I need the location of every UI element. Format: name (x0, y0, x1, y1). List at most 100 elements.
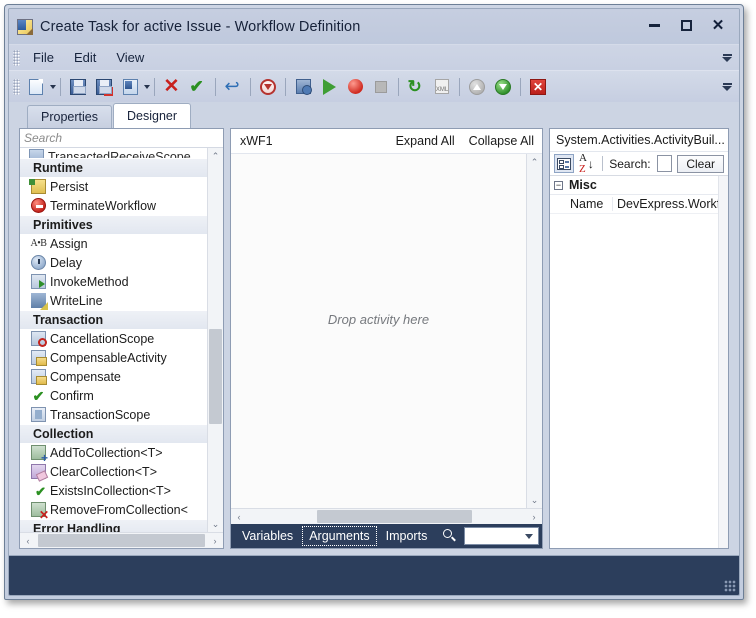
cancel-workflow-button[interactable] (256, 75, 280, 99)
toolbox-group-runtime[interactable]: Runtime (20, 158, 207, 177)
toolbox-item-confirm[interactable]: ✔ Confirm (20, 386, 207, 405)
activity-toolbox-panel: Search TransactedReceiveScope Runtime Pe… (19, 128, 224, 549)
record-button[interactable] (343, 75, 367, 99)
magnifier-icon[interactable] (440, 527, 458, 545)
toolbox-item-compensate[interactable]: Compensate (20, 367, 207, 386)
scrollbar-thumb[interactable] (317, 510, 472, 523)
property-value[interactable]: DevExpress.Workfl (612, 197, 728, 211)
scrollbar-track[interactable] (527, 170, 542, 492)
toolbar-separator (60, 77, 61, 96)
save-button[interactable] (66, 75, 90, 99)
move-up-button[interactable] (465, 75, 489, 99)
toolbox-item-invokemethod[interactable]: InvokeMethod (20, 272, 207, 291)
toolbox-item-cancellationscope[interactable]: CancellationScope (20, 329, 207, 348)
menu-drag-grip[interactable] (13, 49, 20, 66)
toolbox-horizontal-scrollbar[interactable]: ‹ › (20, 532, 223, 548)
toolbox-item-label: Persist (50, 179, 89, 194)
toolbox-item-delay[interactable]: Delay (20, 253, 207, 272)
toolbox-group-collection[interactable]: Collection (20, 424, 207, 443)
alphabetical-sort-button[interactable]: A Z ↓ (577, 152, 597, 174)
scrollbar-track[interactable] (208, 164, 223, 516)
save-and-close-button[interactable]: ✕ (92, 75, 116, 99)
properties-clear-button[interactable]: Clear (677, 154, 724, 173)
close-designer-button[interactable]: ✕ (526, 75, 550, 99)
collapse-triangle-icon (22, 430, 29, 437)
minimize-button[interactable] (639, 13, 669, 37)
toolbox-item-compensableactivity[interactable]: CompensableActivity (20, 348, 207, 367)
scrollbar-track[interactable] (36, 533, 207, 548)
property-row-name[interactable]: Name DevExpress.Workfl (550, 195, 728, 214)
scroll-left-icon[interactable]: ‹ (20, 536, 36, 546)
toolbox-item-clearcollection[interactable]: ClearCollection<T> (20, 462, 207, 481)
toolbox-item-addtocollection[interactable]: AddToCollection<T> (20, 443, 207, 464)
categorized-view-button[interactable] (554, 154, 574, 173)
persist-icon (29, 179, 46, 194)
run-button[interactable] (317, 75, 341, 99)
zoom-combo-box[interactable] (464, 527, 539, 545)
scroll-left-icon[interactable]: ‹ (231, 512, 247, 522)
toolbox-item-persist[interactable]: Persist (20, 177, 207, 196)
move-down-button[interactable] (491, 75, 515, 99)
toolbox-vertical-scrollbar[interactable]: ⌃ ⌄ (207, 148, 223, 532)
toolbox-item-transactionscope[interactable]: TransactionScope (20, 405, 207, 424)
xml-button[interactable]: XML (430, 75, 454, 99)
menu-item-edit[interactable]: Edit (65, 47, 105, 68)
close-button[interactable]: ✕ (703, 13, 733, 37)
validate-button[interactable] (291, 75, 315, 99)
toolbox-item-existsincollection[interactable]: ✔ ExistsInCollection<T> (20, 481, 207, 500)
scroll-right-icon[interactable]: › (207, 536, 223, 546)
refresh-button[interactable]: ↻ (404, 75, 428, 99)
tab-designer[interactable]: Designer (112, 103, 192, 128)
menu-overflow-chevron-icon[interactable] (720, 53, 734, 62)
collapse-box-icon[interactable]: − (554, 180, 563, 190)
designer-horizontal-scrollbar[interactable]: ‹ › (231, 508, 542, 524)
expand-all-button[interactable]: Expand All (396, 134, 455, 148)
maximize-button[interactable] (671, 13, 701, 37)
toolbox-item-transactedreceivescope[interactable]: TransactedReceiveScope (20, 148, 207, 158)
scrollbar-thumb[interactable] (209, 329, 222, 424)
toolbox-item-writeline[interactable]: WriteLine (20, 291, 207, 310)
toolbox-group-transaction[interactable]: Transaction (20, 310, 207, 329)
designer-canvas[interactable]: Drop activity here (231, 154, 526, 508)
scroll-right-icon[interactable]: › (526, 512, 542, 522)
designer-vertical-scrollbar[interactable]: ⌃ ⌄ (526, 154, 542, 508)
save-as-dropdown-icon[interactable] (144, 84, 150, 89)
toolbox-item-terminateworkflow[interactable]: TerminateWorkflow (20, 196, 207, 215)
tab-properties[interactable]: Properties (27, 105, 112, 128)
scroll-up-icon[interactable]: ⌃ (527, 154, 542, 170)
toolbar-overflow-chevron-icon[interactable] (720, 82, 734, 91)
window-inner: Create Task for active Issue - Workflow … (8, 8, 740, 596)
toolbox-item-assign[interactable]: A•B Assign (20, 234, 207, 253)
accept-button[interactable]: ✔ (186, 75, 210, 99)
add-to-collection-icon (31, 445, 48, 464)
tab-imports[interactable]: Imports (379, 526, 435, 546)
undo-button[interactable]: ↩ (221, 75, 245, 99)
toolbox-group-primitives[interactable]: Primitives (20, 215, 207, 234)
toolbox-item-removefromcollection[interactable]: RemoveFromCollection< (20, 500, 207, 521)
toolbox-search-input[interactable]: Search (20, 129, 223, 148)
collapse-all-button[interactable]: Collapse All (469, 134, 534, 148)
menu-item-file[interactable]: File (24, 47, 63, 68)
toolbox-item-label: TransactionScope (50, 407, 151, 422)
menu-item-view[interactable]: View (107, 47, 153, 68)
new-document-button[interactable] (24, 75, 48, 99)
delete-button[interactable]: ✕ (160, 75, 184, 99)
resize-grip[interactable] (724, 580, 736, 592)
tab-variables[interactable]: Variables (235, 526, 300, 546)
stop-button[interactable] (369, 75, 393, 99)
toolbar-drag-grip[interactable] (13, 78, 20, 95)
properties-vertical-scrollbar[interactable] (718, 176, 728, 548)
scroll-down-icon[interactable]: ⌄ (527, 492, 542, 508)
scroll-down-icon[interactable]: ⌄ (208, 516, 223, 532)
toolbox-item-label: CancellationScope (50, 331, 155, 346)
scrollbar-track[interactable] (247, 509, 526, 524)
save-as-button[interactable] (118, 75, 142, 99)
new-document-dropdown-icon[interactable] (50, 84, 56, 89)
property-category-misc[interactable]: − Misc (550, 176, 728, 195)
scroll-up-icon[interactable]: ⌃ (208, 148, 223, 164)
properties-search-input[interactable] (656, 155, 673, 172)
scrollbar-thumb[interactable] (38, 534, 205, 547)
tab-arguments[interactable]: Arguments (302, 526, 377, 546)
collapse-triangle-icon (22, 316, 29, 323)
xml-icon: XML (435, 79, 449, 94)
